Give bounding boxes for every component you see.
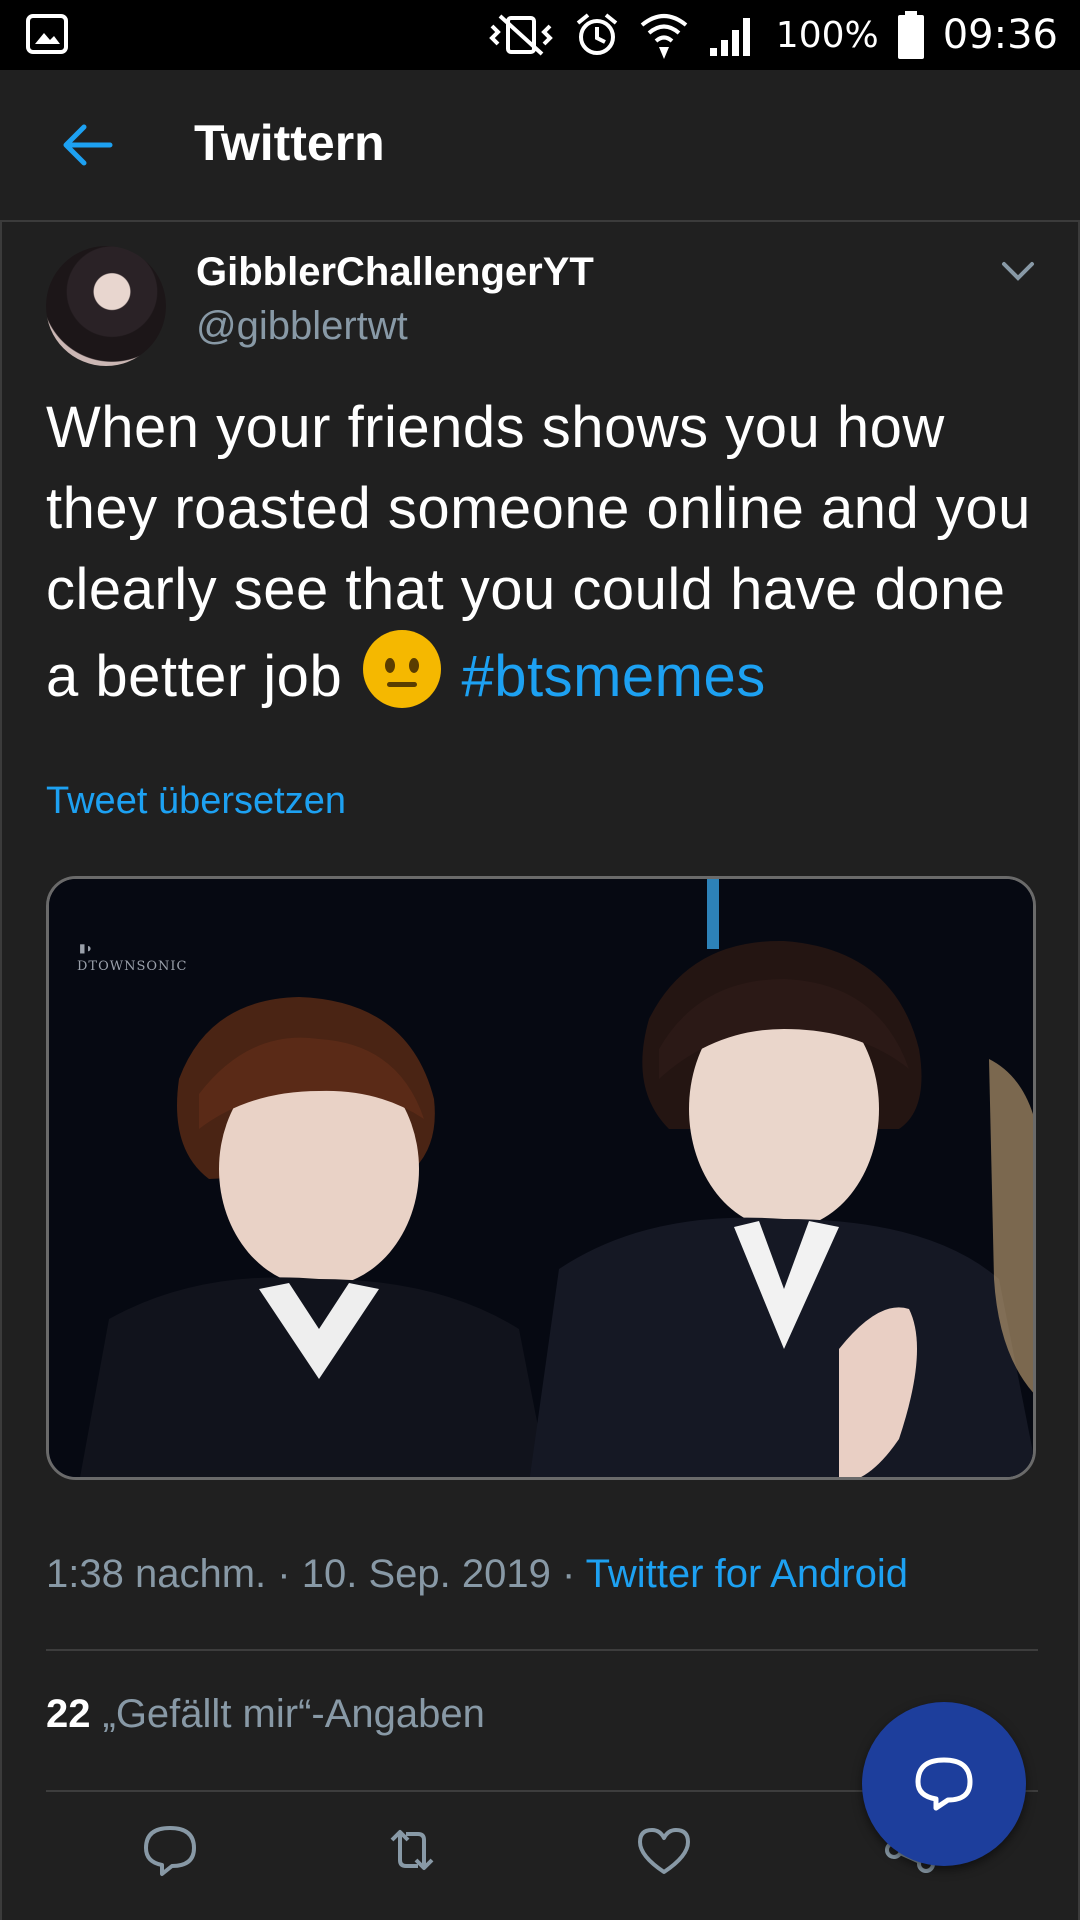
avatar[interactable]	[46, 246, 166, 366]
reply-fab[interactable]	[862, 1702, 1026, 1866]
battery-percent: 100%	[775, 14, 879, 56]
likes-summary[interactable]: 22 „Gefällt mir“-Angaben	[46, 1692, 485, 1737]
chevron-down-icon[interactable]	[998, 256, 1038, 286]
separator: ·	[277, 1552, 291, 1596]
signal-icon	[709, 18, 750, 56]
translate-link[interactable]: Tweet übersetzen	[46, 780, 346, 823]
tweet-text: When your friends shows you how they roa…	[46, 387, 1046, 717]
media-watermark: DTOWNSONIC	[77, 959, 188, 974]
reply-icon[interactable]	[140, 1820, 200, 1880]
display-name[interactable]: GibblerChallengerYT	[196, 250, 594, 295]
tweet-date: 10. Sep. 2019	[301, 1552, 551, 1596]
separator: ·	[561, 1552, 576, 1596]
client-link[interactable]: Twitter for Android	[586, 1552, 908, 1596]
mute-vibrate-icon	[488, 14, 553, 56]
alarm-icon	[576, 13, 618, 55]
app-bar: Twittern	[0, 70, 1080, 222]
hashtag-link[interactable]: #btsmemes	[461, 644, 765, 709]
tweet-metadata: 1:38 nachm. · 10. Sep. 2019 · Twitter fo…	[46, 1552, 908, 1597]
watermark-icon: ▮◗	[79, 941, 93, 955]
neutral-face-emoji	[362, 630, 441, 708]
tweet-detail: GibblerChallengerYT @gibblertwt When you…	[0, 222, 1080, 1920]
page-title: Twittern	[194, 115, 385, 171]
user-handle[interactable]: @gibblertwt	[196, 304, 408, 349]
tweet-media-image[interactable]: ▮◗ DTOWNSONIC	[46, 876, 1036, 1480]
gallery-icon	[26, 14, 68, 54]
tweet-time: 1:38 nachm.	[46, 1552, 267, 1596]
wifi-icon	[640, 14, 688, 59]
photo-illustration	[49, 879, 1033, 1477]
like-icon[interactable]	[634, 1820, 694, 1880]
likes-label: „Gefällt mir“-Angaben	[102, 1692, 485, 1736]
retweet-icon[interactable]	[382, 1820, 442, 1880]
reply-icon	[915, 1757, 973, 1811]
status-bar: 100% 09:36	[0, 0, 1080, 70]
divider	[46, 1649, 1038, 1651]
clock: 09:36	[942, 12, 1058, 58]
arrow-left-icon[interactable]	[58, 120, 114, 170]
likes-count: 22	[46, 1692, 91, 1736]
battery-icon	[897, 11, 924, 59]
